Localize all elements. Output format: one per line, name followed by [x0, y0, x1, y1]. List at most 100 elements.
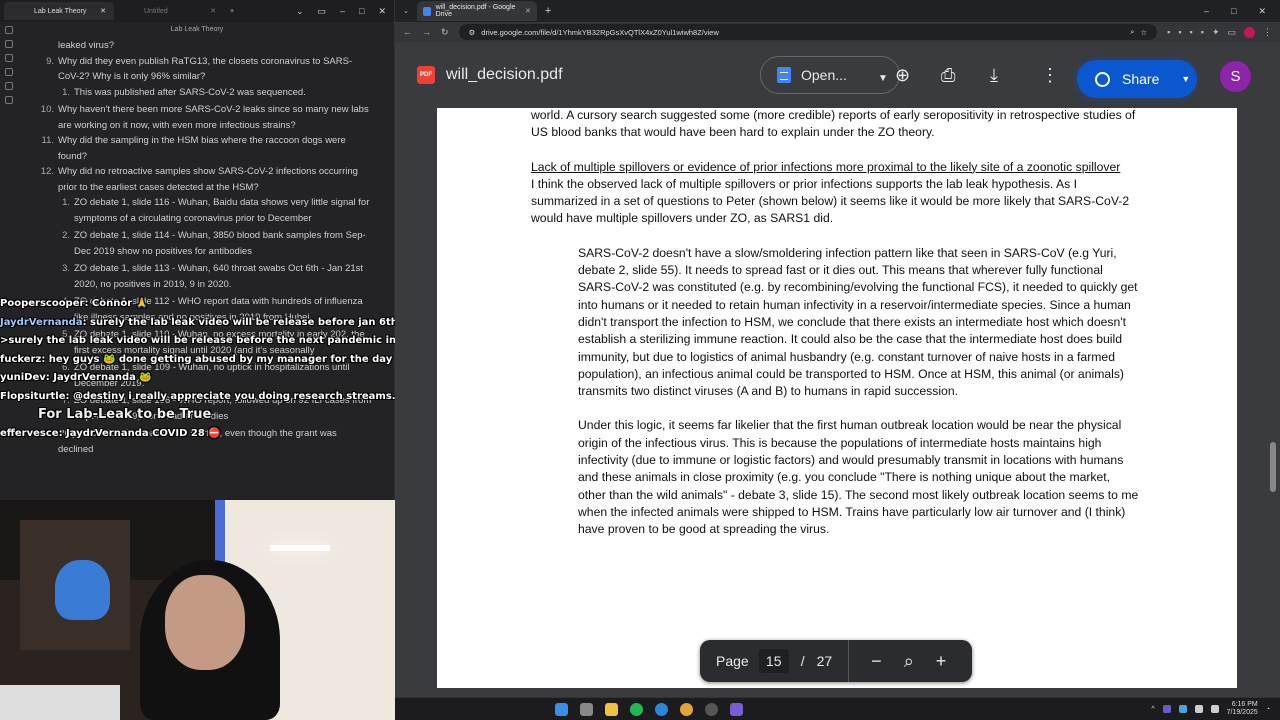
graph-icon[interactable]	[5, 54, 13, 62]
add-shortcut-icon[interactable]: ⊕	[895, 66, 910, 84]
taskbar-clock[interactable]: 6:16 PM 7/19/2025	[1227, 701, 1258, 717]
tray-app-icon[interactable]	[1178, 705, 1187, 713]
print-icon[interactable]: ⎙	[941, 66, 955, 84]
command-icon[interactable]	[5, 96, 13, 104]
extension-icon[interactable]: ▪	[1201, 27, 1204, 38]
minimize-icon[interactable]: –	[340, 6, 345, 17]
user-avatar[interactable]: S	[1220, 61, 1251, 92]
outline-item-number: 2.	[62, 230, 70, 241]
chat-text: : Connor	[84, 298, 136, 309]
edge-icon[interactable]	[655, 702, 668, 716]
outline-item[interactable]: 10. Why haven't there been more SARS-CoV-…	[28, 102, 373, 133]
site-info-icon[interactable]: ⚙	[469, 28, 476, 37]
notes-tab-active[interactable]: Lab Leak Theory ✕	[4, 2, 114, 20]
notes-tab-active-label: Lab Leak Theory	[34, 7, 87, 15]
extension-icon[interactable]: ▪	[1178, 27, 1181, 38]
zoom-icon[interactable]: ⌕	[904, 651, 914, 672]
outline-item[interactable]: 9. Why did they even publish RaTG13, the …	[28, 54, 373, 85]
chat-emote: ⛔	[208, 427, 221, 439]
chevron-down-icon[interactable]: ⌄	[296, 6, 304, 17]
clock-date: 7/19/2025	[1226, 709, 1258, 716]
minimize-icon[interactable]: –	[1204, 6, 1209, 17]
forward-icon[interactable]: →	[422, 27, 431, 37]
network-icon[interactable]	[1194, 705, 1203, 713]
download-icon[interactable]: ⤓	[990, 66, 998, 84]
outline-item[interactable]: 12. Why did no retroactive samples show S…	[28, 164, 373, 195]
browser-tab-drive[interactable]: will_decision.pdf - Google Drive ✕	[416, 1, 537, 21]
obs-icon[interactable]	[705, 702, 718, 716]
extension-icon[interactable]: ▪	[1190, 27, 1193, 38]
chrome-icon[interactable]	[680, 702, 693, 716]
back-icon[interactable]: ←	[403, 27, 412, 37]
notes-tab-inactive[interactable]: Untitled ✕	[114, 2, 224, 20]
menu-icon[interactable]: ⋮	[1263, 27, 1272, 38]
search-icon[interactable]	[5, 40, 13, 48]
current-page-input[interactable]: 15	[758, 649, 789, 673]
sidepanel-icon[interactable]: ▭	[1227, 27, 1236, 38]
chat-emote: 🙏	[135, 298, 149, 309]
outline-item[interactable]: 2. ZO debate 1, slide 114 - Wuhan, 3850 b…	[28, 228, 373, 259]
webcam-keyboard	[0, 685, 120, 720]
bookmark-star-icon[interactable]: ☆	[1140, 28, 1147, 37]
sidebar-toggle-icon[interactable]: ▭	[317, 6, 326, 17]
maximize-icon[interactable]: □	[359, 6, 364, 17]
file-explorer-icon[interactable]	[605, 702, 618, 716]
extension-icon[interactable]: ▪	[1167, 27, 1170, 38]
outline-item[interactable]: 11. Why did the sampling in the HSM bias …	[28, 133, 373, 164]
close-icon[interactable]: ✕	[525, 7, 531, 15]
zoom-out-icon[interactable]: −	[871, 651, 882, 672]
address-bar[interactable]: ⚙ drive.google.com/file/d/1YhmkYB32RpGsX…	[458, 24, 1158, 40]
obsidian-icon[interactable]	[730, 702, 743, 716]
more-icon[interactable]: ⋮	[1041, 66, 1059, 84]
notes-title-bar: Lab Leak Theory	[0, 22, 394, 38]
chat-text: : surely the lab leak video will be rele…	[82, 316, 395, 328]
close-icon[interactable]: ✕	[210, 7, 216, 15]
browser-tab-title: will_decision.pdf - Google Drive	[435, 4, 516, 18]
outline-item[interactable]: 3. ZO debate 1, slide 113 - Wuhan, 640 th…	[28, 261, 373, 292]
share-dropdown-icon[interactable]: ▼	[1181, 74, 1190, 84]
files-icon[interactable]	[5, 26, 13, 34]
outline-item-text: Why did they even publish RaTG13, the cl…	[58, 55, 353, 83]
outline-item[interactable]: leaked virus?	[28, 38, 373, 54]
chat-username: JaydrVernanda	[0, 316, 83, 328]
notification-icon[interactable]: ◔	[1266, 706, 1270, 713]
reload-icon[interactable]: ↻	[441, 27, 449, 38]
share-button[interactable]: Share ▼	[1077, 60, 1197, 98]
browser-profile-avatar[interactable]	[1244, 26, 1255, 38]
chat-message: yuniDev: JaydrVernanda 🐸	[0, 369, 395, 388]
tray-chevron-icon[interactable]: ^	[1151, 706, 1154, 713]
calendar-icon[interactable]	[5, 68, 13, 76]
task-view-icon[interactable]	[580, 702, 593, 716]
page-label: Page	[716, 653, 749, 669]
tray-app-icon[interactable]	[1162, 705, 1171, 713]
globe-icon	[1095, 71, 1110, 87]
viewer-scrollbar[interactable]	[1270, 442, 1276, 492]
template-icon[interactable]	[5, 82, 13, 90]
new-tab-icon[interactable]: +	[545, 5, 551, 17]
tab-search-icon[interactable]: ⌄	[403, 7, 409, 15]
maximize-icon[interactable]: □	[1231, 6, 1236, 17]
open-with-dropdown-icon[interactable]: ▼	[878, 73, 888, 84]
doc-section-heading: Lack of multiple spillovers or evidence …	[531, 159, 1121, 174]
volume-icon[interactable]	[1210, 705, 1219, 713]
chat-overlay: Pooperscooper: Connor 🙏 JaydrVernanda: su…	[0, 295, 395, 505]
start-icon[interactable]	[555, 702, 568, 716]
browser-toolbar: ← → ↻ ⚙ drive.google.com/file/d/1YhmkYB3…	[395, 22, 1280, 42]
spotify-icon[interactable]	[630, 702, 643, 716]
chat-emote: 🐸 done getting abused by my manager for …	[102, 353, 395, 365]
outline-item[interactable]: 1. ZO debate 1, slide 116 - Wuhan, Baidu …	[28, 195, 373, 226]
outline-item-text: ZO debate 1, slide 114 - Wuhan, 3850 blo…	[74, 230, 366, 257]
new-tab-icon[interactable]: +	[230, 8, 234, 15]
outline-item[interactable]: 1. This was published after SARS-CoV-2 wa…	[28, 85, 373, 101]
zoom-icon[interactable]: ⌕	[1130, 27, 1134, 37]
notes-tabbar: Lab Leak Theory ✕ Untitled ✕ + ⌄ ▭ – □ ✕	[0, 0, 394, 22]
close-icon[interactable]: ✕	[100, 7, 106, 15]
close-icon[interactable]: ✕	[1258, 6, 1266, 17]
close-icon[interactable]: ✕	[378, 6, 386, 17]
browser-window: ⌄ will_decision.pdf - Google Drive ✕ + –…	[395, 0, 1280, 697]
chat-message: JaydrVernanda: surely the lab leak video…	[0, 314, 395, 333]
outline-item-text: Why haven't there been more SARS-CoV-2 l…	[58, 104, 369, 131]
puzzle-icon[interactable]: ✦	[1212, 27, 1220, 38]
zoom-in-icon[interactable]: +	[936, 651, 947, 672]
notes-ribbon	[0, 22, 18, 302]
